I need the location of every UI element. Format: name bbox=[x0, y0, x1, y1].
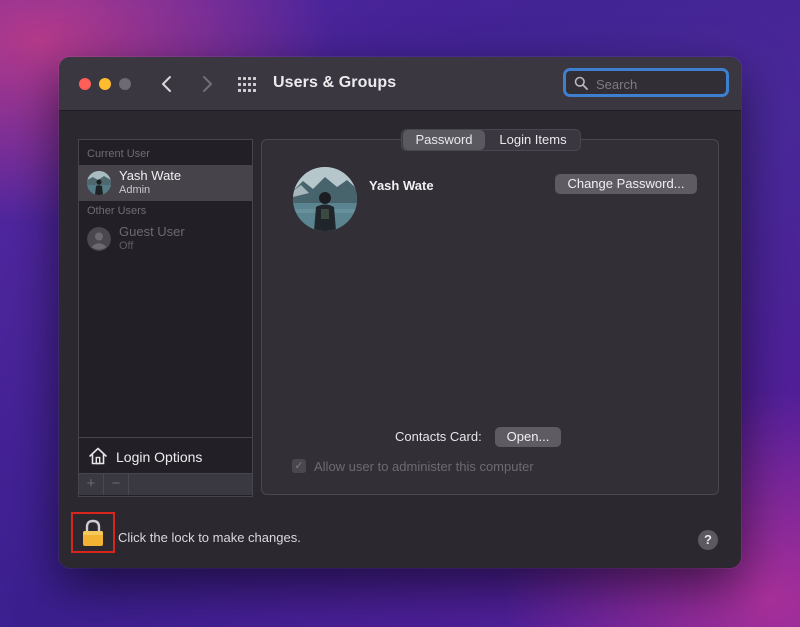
tab-password[interactable]: Password bbox=[403, 130, 485, 150]
user-role: Admin bbox=[119, 184, 151, 196]
user-row-yash-wate[interactable]: Yash Wate Admin bbox=[79, 165, 252, 201]
chevron-left-icon bbox=[162, 76, 171, 92]
user-avatar bbox=[87, 171, 111, 195]
allow-admin-label: Allow user to administer this computer bbox=[314, 459, 534, 474]
search-field[interactable] bbox=[563, 68, 729, 97]
search-icon bbox=[574, 76, 588, 90]
current-user-heading: Current User bbox=[87, 148, 150, 160]
window-title: Users & Groups bbox=[273, 74, 397, 91]
change-password-button[interactable]: Change Password... bbox=[555, 174, 697, 194]
minimize-window-button[interactable] bbox=[99, 78, 111, 90]
lock-hint-text: Click the lock to make changes. bbox=[118, 530, 301, 545]
help-button[interactable]: ? bbox=[698, 530, 718, 550]
lock-icon bbox=[83, 519, 103, 546]
login-options-row[interactable]: Login Options bbox=[79, 437, 252, 474]
add-user-button[interactable]: + bbox=[79, 474, 104, 495]
user-status: Off bbox=[119, 240, 134, 252]
house-icon bbox=[89, 447, 107, 465]
show-all-button[interactable] bbox=[237, 75, 257, 95]
user-name: Yash Wate bbox=[119, 168, 182, 183]
remove-user-button[interactable]: − bbox=[104, 474, 129, 495]
detail-user-name: Yash Wate bbox=[369, 178, 434, 193]
users-groups-window: Users & Groups Current User bbox=[59, 57, 741, 568]
user-detail-pane: Yash Wate Change Password... Contacts Ca… bbox=[261, 139, 719, 495]
chevron-right-icon bbox=[203, 76, 212, 92]
lock-button[interactable] bbox=[71, 512, 115, 553]
zoom-window-button[interactable] bbox=[119, 78, 131, 90]
search-input[interactable] bbox=[594, 74, 722, 94]
title-bar: Users & Groups bbox=[59, 57, 741, 111]
user-list: Current User Yash Wate Admin Other Users bbox=[78, 139, 253, 497]
back-button[interactable] bbox=[155, 71, 179, 97]
tab-bar: Password Login Items bbox=[401, 129, 581, 151]
close-window-button[interactable] bbox=[79, 78, 91, 90]
guest-user-icon bbox=[87, 227, 111, 251]
contacts-card-label: Contacts Card: bbox=[395, 429, 482, 444]
user-list-toolbar: + − bbox=[79, 473, 252, 495]
tab-login-items[interactable]: Login Items bbox=[486, 130, 580, 150]
user-row-guest-user[interactable]: Guest User Off bbox=[79, 221, 252, 257]
grid-icon bbox=[238, 77, 256, 92]
other-users-heading: Other Users bbox=[87, 205, 147, 217]
forward-button[interactable] bbox=[195, 71, 219, 97]
login-options-label: Login Options bbox=[116, 449, 203, 465]
profile-picture[interactable] bbox=[293, 167, 357, 231]
open-contacts-card-button[interactable]: Open... bbox=[495, 427, 561, 447]
user-name: Guest User bbox=[119, 224, 185, 239]
allow-admin-checkbox[interactable]: ✓ bbox=[292, 459, 306, 473]
